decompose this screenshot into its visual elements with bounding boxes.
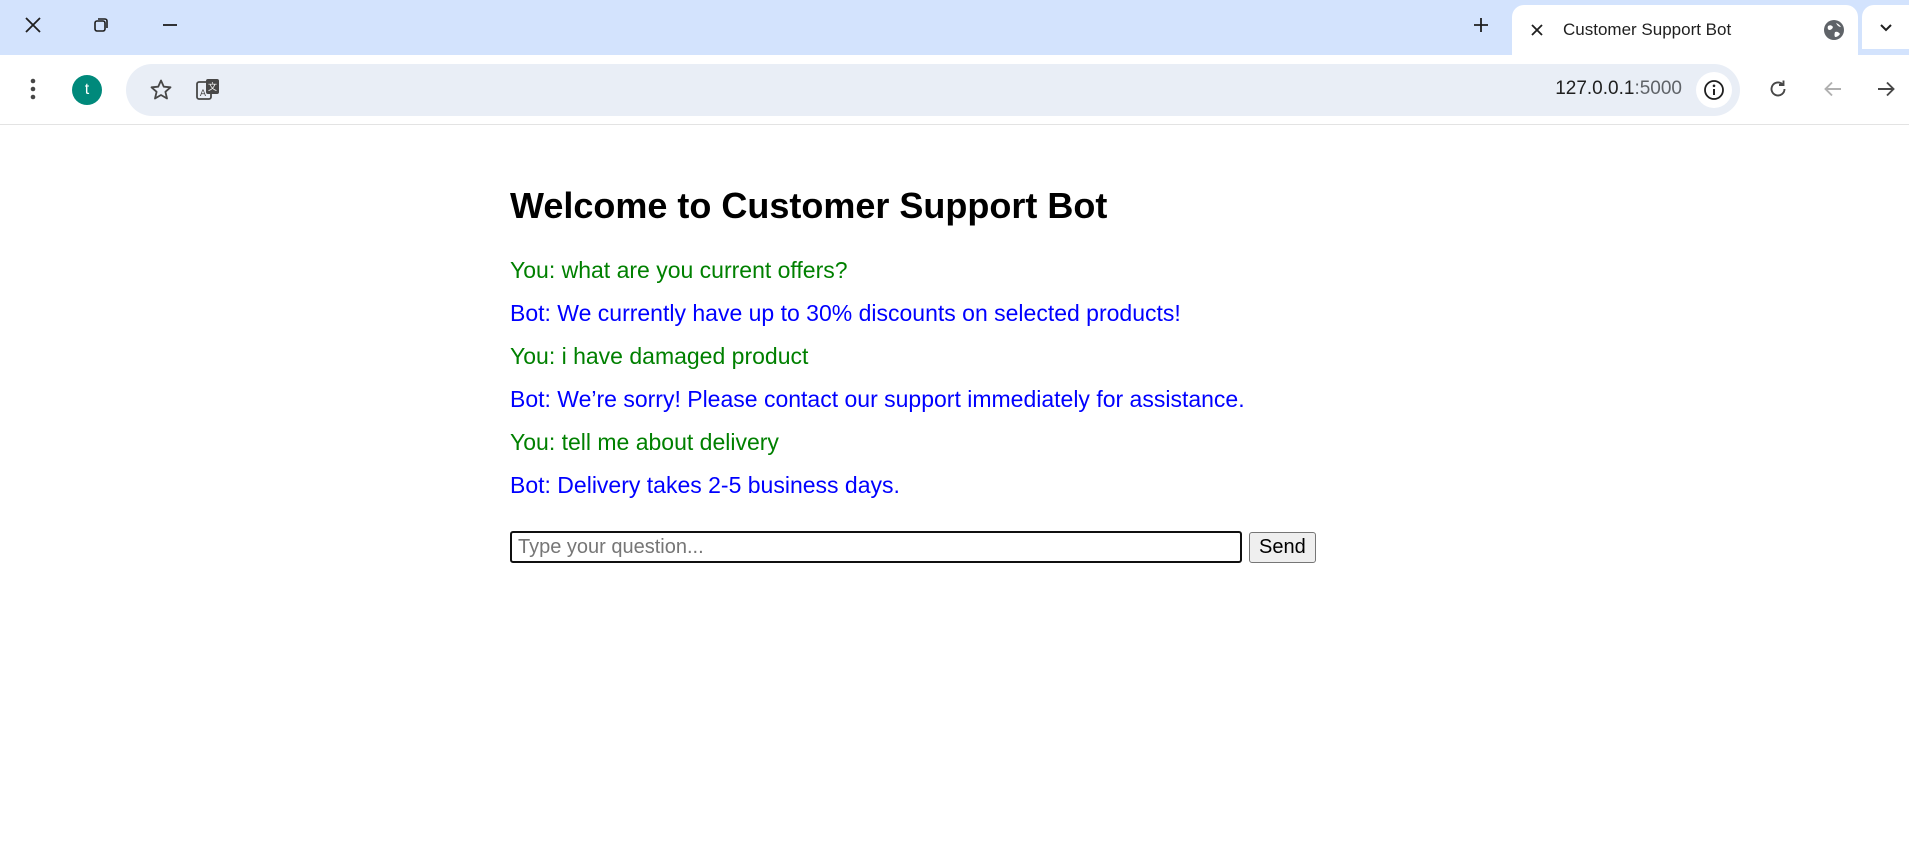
restore-window-button[interactable] xyxy=(72,5,130,45)
omnibox[interactable]: 文A 127.0.0.1:5000 xyxy=(126,64,1740,116)
more-vert-icon xyxy=(30,78,36,100)
reload-icon xyxy=(1770,80,1786,97)
forward-button[interactable] xyxy=(1864,67,1908,111)
tab-strip: Customer Support Bot xyxy=(0,0,1909,55)
translate-icon: 文A xyxy=(196,79,219,100)
url-host: 127.0.0.1 xyxy=(1555,78,1635,99)
star-icon xyxy=(150,79,172,100)
reload-button[interactable] xyxy=(1756,67,1800,111)
bot-message: Bot: We currently have up to 30% discoun… xyxy=(510,300,1181,326)
globe-icon xyxy=(1824,20,1844,40)
question-input[interactable] xyxy=(510,531,1242,563)
plus-icon xyxy=(1474,18,1488,32)
info-icon xyxy=(1704,80,1724,100)
minimize-window-button[interactable] xyxy=(141,5,199,45)
tab-close-button[interactable] xyxy=(1525,18,1549,42)
user-message: You: i have damaged product xyxy=(510,343,809,369)
translate-button[interactable]: 文A xyxy=(190,72,226,108)
tab-title: Customer Support Bot xyxy=(1563,20,1732,39)
svg-text:文: 文 xyxy=(208,81,217,93)
new-tab-button[interactable] xyxy=(1460,9,1502,41)
restore-icon xyxy=(94,18,108,32)
browser-toolbar: t 文A 127.0.0.1:5000 xyxy=(0,55,1909,125)
back-button[interactable] xyxy=(1811,67,1855,111)
send-button[interactable]: Send xyxy=(1249,531,1316,563)
profile-avatar[interactable]: t xyxy=(72,75,102,105)
bot-message: Bot: Delivery takes 2-5 business days. xyxy=(510,472,900,498)
arrow-left-icon xyxy=(1824,81,1841,97)
close-window-button[interactable] xyxy=(4,5,62,45)
svg-text:A: A xyxy=(200,89,207,99)
bot-message: Bot: We’re sorry! Please contact our sup… xyxy=(510,386,1245,412)
close-icon xyxy=(1531,24,1543,36)
minimize-icon xyxy=(163,24,177,26)
chat-log: You: what are you current offers? Bot: W… xyxy=(510,255,1245,513)
chevron-down-icon xyxy=(1879,24,1892,32)
user-message: You: tell me about delivery xyxy=(510,429,779,455)
user-message: You: what are you current offers? xyxy=(510,257,848,283)
page-title: Welcome to Customer Support Bot xyxy=(510,185,1108,226)
active-tab[interactable]: Customer Support Bot xyxy=(1512,5,1858,55)
question-form: Send xyxy=(510,531,1316,563)
url-text: 127.0.0.1:5000 xyxy=(1555,78,1682,100)
tab-search-button[interactable] xyxy=(1862,5,1909,49)
url-port: :5000 xyxy=(1634,78,1682,99)
menu-button[interactable] xyxy=(11,67,55,111)
arrow-right-icon xyxy=(1878,81,1895,97)
bookmark-star-button[interactable] xyxy=(143,72,179,108)
site-info-button[interactable] xyxy=(1696,72,1732,108)
close-icon xyxy=(25,17,41,33)
